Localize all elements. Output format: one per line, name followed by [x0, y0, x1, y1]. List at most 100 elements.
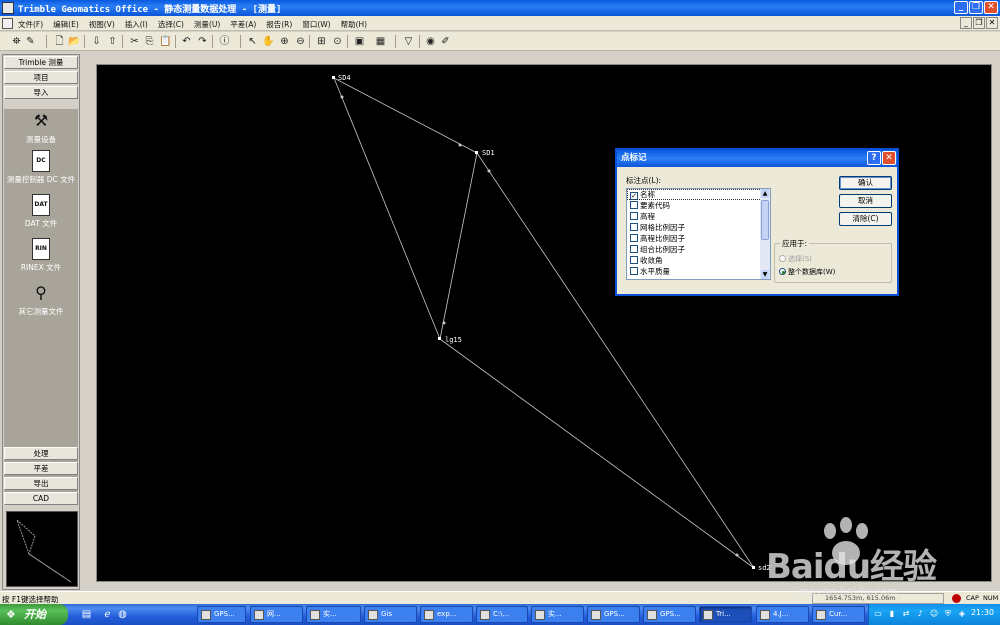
network-icon[interactable]: ⇄ — [901, 609, 911, 619]
mdi-restore-button[interactable]: ❐ — [973, 17, 985, 29]
grid-icon[interactable]: ▦ — [374, 35, 387, 48]
tab-adjust[interactable]: 平差 — [4, 462, 78, 475]
new-file-icon[interactable]: 🗋 — [53, 35, 66, 48]
menu-window[interactable]: 窗口(W) — [302, 19, 330, 30]
checkbox-icon[interactable] — [630, 201, 638, 209]
baseline-sd4-sd1[interactable] — [333, 77, 478, 154]
menu-survey[interactable]: 测量(U) — [194, 19, 220, 30]
camera-icon[interactable]: ◉ — [424, 35, 437, 48]
security-shield-icon[interactable]: ⛨ — [943, 609, 953, 619]
baseline-sd4-lg15[interactable] — [333, 77, 441, 340]
minimize-button[interactable]: _ — [954, 1, 968, 14]
import-rinex-file[interactable]: RIN RINEX 文件 — [4, 238, 78, 273]
zoom-window-icon[interactable]: ⊞ — [315, 35, 328, 48]
mdi-close-button[interactable]: ✕ — [986, 17, 998, 29]
dialog-close-icon[interactable]: ✕ — [882, 151, 896, 165]
scroll-thumb[interactable] — [761, 200, 769, 240]
list-scrollbar[interactable]: ▲ ▼ — [760, 189, 770, 279]
redo-icon[interactable]: ↷ — [196, 35, 209, 48]
zoom-extents-icon[interactable]: ⊙ — [331, 35, 344, 48]
option-elevation[interactable]: 高程 — [627, 211, 770, 222]
info-icon[interactable]: ⓘ — [218, 35, 231, 48]
filter-icon[interactable]: ▽ — [402, 35, 415, 48]
tab-export[interactable]: 导出 — [4, 477, 78, 490]
menu-edit[interactable]: 编辑(E) — [53, 19, 79, 30]
edit-icon[interactable]: ✐ — [439, 35, 452, 48]
mdi-minimize-button[interactable]: _ — [960, 17, 972, 29]
checkbox-icon[interactable] — [630, 234, 638, 242]
cut-icon[interactable]: ✂ — [128, 35, 141, 48]
option-elevation-scale-factor[interactable]: 高程比例因子 — [627, 233, 770, 244]
radio-whole-database[interactable]: 整个数据库(W) — [779, 267, 835, 277]
baseline-sd1-lg15[interactable] — [439, 152, 478, 340]
scroll-down-icon[interactable]: ▼ — [761, 270, 769, 279]
option-combined-scale-factor[interactable]: 组合比例因子 — [627, 244, 770, 255]
close-button[interactable]: ✕ — [984, 1, 998, 14]
taskbar-item-active[interactable]: Tri... — [699, 606, 752, 623]
taskbar-item[interactable]: Gis — [364, 606, 417, 623]
volume-icon[interactable]: ♪ — [915, 609, 925, 619]
checkbox-icon[interactable] — [630, 245, 638, 253]
checkbox-icon[interactable] — [630, 223, 638, 231]
point-marker-sd4[interactable] — [332, 76, 335, 79]
option-grid-scale-factor[interactable]: 网格比例因子 — [627, 222, 770, 233]
radio-selection[interactable]: 选择(S) — [779, 254, 812, 264]
help-question-icon[interactable]: ? — [867, 151, 881, 165]
plan-view-canvas[interactable]: SD4 SD1 lg15 sd2 — [96, 64, 992, 582]
quicklaunch-ie-icon[interactable]: ℯ — [101, 608, 114, 621]
cancel-button[interactable]: 取消 — [839, 194, 892, 208]
tab-cad[interactable]: CAD — [4, 492, 78, 505]
menu-adjust[interactable]: 平差(A) — [230, 19, 256, 30]
panel-header-trimble-survey[interactable]: Trimble 测量 — [4, 56, 78, 69]
label-options-list[interactable]: ✓ 名称 要素代码 高程 网格比例因子 高程比例因子 组合比例因子 收敛角 水平质… — [626, 188, 771, 280]
pan-hand-icon[interactable]: ✋ — [262, 35, 275, 48]
option-feature-code[interactable]: 要素代码 — [627, 200, 770, 211]
clear-button[interactable]: 清除(C) — [839, 212, 892, 226]
ok-button[interactable]: 确认 — [839, 176, 892, 190]
quicklaunch-desktop-icon[interactable]: ▤ — [80, 608, 93, 621]
tab-project[interactable]: 项目 — [4, 71, 78, 84]
export-icon[interactable]: ⇧ — [106, 35, 119, 48]
tab-process[interactable]: 处理 — [4, 447, 78, 460]
battery-icon[interactable]: ▮ — [887, 609, 897, 619]
checkbox-icon[interactable] — [630, 267, 638, 275]
menu-report[interactable]: 报告(R) — [266, 19, 292, 30]
taskbar-item[interactable]: 网... — [250, 606, 303, 623]
menu-help[interactable]: 帮助(H) — [341, 19, 368, 30]
point-marker-lg15[interactable] — [438, 337, 441, 340]
import-other-survey-file[interactable]: ⚲ 其它测量文件 — [4, 282, 78, 317]
zoom-out-icon[interactable]: ⊖ — [294, 35, 307, 48]
menu-insert[interactable]: 插入(I) — [125, 19, 148, 30]
import-dat-file[interactable]: DAT DAT 文件 — [4, 194, 78, 229]
restore-button[interactable]: ❐ — [969, 1, 983, 14]
paste-icon[interactable]: 📋 — [159, 35, 172, 48]
taskbar-item[interactable]: C:\... — [476, 606, 528, 623]
option-name[interactable]: ✓ 名称 — [627, 189, 770, 200]
start-button[interactable]: ❖ 开始 — [0, 604, 68, 625]
taskbar-item[interactable]: 实... — [306, 606, 361, 623]
point-marker-sd1[interactable] — [475, 151, 478, 154]
checkbox-icon[interactable] — [630, 256, 638, 264]
messenger-icon[interactable]: ☺ — [929, 609, 939, 619]
taskbar-item[interactable]: GPS... — [197, 606, 246, 623]
tab-import[interactable]: 导入 — [4, 86, 78, 99]
menu-select[interactable]: 选择(C) — [158, 19, 184, 30]
checkbox-icon[interactable] — [630, 212, 638, 220]
taskbar-item[interactable]: GPS... — [587, 606, 640, 623]
taskbar-item[interactable]: 实... — [531, 606, 584, 623]
import-controller-dc-file[interactable]: DC 测量控制器 DC 文件 — [4, 150, 78, 185]
taskbar-item[interactable]: 4.J... — [756, 606, 809, 623]
point-marker-sd2[interactable] — [752, 566, 755, 569]
pointer-icon[interactable]: ↖ — [246, 35, 259, 48]
quicklaunch-browser-icon[interactable]: ◍ — [116, 608, 129, 621]
import-survey-equipment[interactable]: ⚒ 测量设备 — [4, 110, 78, 145]
baseline-lg15-sd2[interactable] — [439, 338, 755, 569]
checkbox-checked-icon[interactable]: ✓ — [630, 192, 638, 200]
menu-file[interactable]: 文件(F) — [18, 19, 43, 30]
option-convergence-angle[interactable]: 收敛角 — [627, 255, 770, 266]
scroll-up-icon[interactable]: ▲ — [761, 189, 769, 198]
menu-view[interactable]: 视图(V) — [89, 19, 115, 30]
taskbar-item[interactable]: exp... — [420, 606, 473, 623]
taskbar-item[interactable]: Cur... — [812, 606, 865, 623]
antivirus-icon[interactable]: ◈ — [957, 609, 967, 619]
